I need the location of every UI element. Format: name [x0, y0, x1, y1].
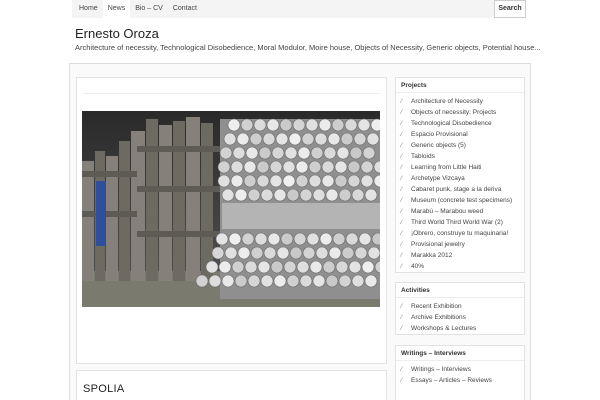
- photo-image: [82, 111, 380, 307]
- slash-icon: ⁄: [401, 175, 403, 182]
- widget-projects-title: Projects: [396, 78, 524, 93]
- post-title-spolia[interactable]: SPOLIA: [83, 383, 125, 395]
- list-item[interactable]: ⁄ ¡Obrero, construye tu maquinaria!: [401, 228, 524, 239]
- list-item-label: Cabaret punk, stage a la deriva: [411, 186, 502, 193]
- list-item-label: Marabú – Marabou weed: [411, 208, 484, 215]
- list-item-label: Architecture of Necessity: [411, 98, 483, 105]
- list-item-label: 40%: [411, 263, 425, 270]
- list-item[interactable]: ⁄ Provisional jewelry: [401, 239, 524, 250]
- slash-icon: ⁄: [401, 197, 403, 204]
- slash-icon: ⁄: [401, 219, 403, 226]
- slash-icon: ⁄: [401, 303, 403, 310]
- widget-projects: Projects ⁄ Architecture of Necessity ⁄ Obj…: [395, 77, 525, 273]
- list-item-label: Museum (concrete test specimens): [411, 197, 513, 204]
- list-item-label: Technological Disobedience: [411, 120, 492, 127]
- widget-writings-title: Writings – Interviews: [396, 346, 524, 361]
- main-menu: Home News Bio – CV Contact: [72, 0, 202, 18]
- slash-icon: ⁄: [401, 120, 403, 127]
- list-item[interactable]: ⁄ Workshops & Lectures: [401, 323, 524, 334]
- list-item-label: Objects of necessity: Projects: [411, 109, 497, 116]
- list-item[interactable]: ⁄ Writings – Interviews: [401, 364, 524, 375]
- slash-icon: ⁄: [401, 153, 403, 160]
- slash-icon: ⁄: [401, 208, 403, 215]
- slash-icon: ⁄: [401, 230, 403, 237]
- post-photo-concrete-wall[interactable]: [82, 111, 380, 307]
- widget-writings-interviews: Writings – Interviews ⁄ Writings – Interv…: [395, 345, 525, 400]
- slash-icon: ⁄: [401, 325, 403, 332]
- slash-icon: ⁄: [401, 252, 403, 259]
- widget-activities: Activities ⁄ Recent Exhibition ⁄ Archive E…: [395, 282, 525, 335]
- list-item-label: Provisional jewelry: [411, 241, 465, 248]
- list-item[interactable]: ⁄ Generic objects (5): [401, 140, 524, 151]
- search-button[interactable]: Search: [494, 0, 526, 18]
- slash-icon: ⁄: [401, 186, 403, 193]
- list-item-label: ¡Obrero, construye tu maquinaria!: [411, 230, 509, 237]
- top-navigation-bar: Home News Bio – CV Contact Search: [72, 0, 526, 18]
- list-item[interactable]: ⁄ Recent Exhibition: [401, 301, 524, 312]
- list-item-label: Archive Exhibitions: [411, 314, 466, 321]
- list-item[interactable]: ⁄ Objects of necessity: Projects: [401, 107, 524, 118]
- activities-list: ⁄ Recent Exhibition ⁄ Archive Exhibitions …: [396, 298, 524, 336]
- site-title[interactable]: Ernesto Oroza: [75, 26, 159, 41]
- slash-icon: ⁄: [401, 241, 403, 248]
- list-item-label: Tabloids: [411, 153, 435, 160]
- list-item[interactable]: ⁄ Third World Third World War (2): [401, 217, 524, 228]
- nav-contact-link[interactable]: Contact: [168, 0, 202, 18]
- slash-icon: ⁄: [401, 109, 403, 116]
- nav-bio-cv-link[interactable]: Bio – CV: [130, 0, 168, 18]
- post-card-spolia: SPOLIA: [76, 370, 387, 400]
- slash-icon: ⁄: [401, 98, 403, 105]
- list-item-label: Third World Third World War (2): [411, 219, 503, 226]
- post-divider: [83, 93, 380, 94]
- list-item-label: Archetype Vizcaya: [411, 175, 465, 182]
- writings-list: ⁄ Writings – Interviews ⁄ Essays – Article…: [396, 361, 524, 388]
- nav-news-link[interactable]: News: [102, 0, 131, 18]
- projects-list: ⁄ Architecture of Necessity ⁄ Objects of n…: [396, 93, 524, 274]
- list-item-label: Espacio Provisional: [411, 131, 468, 138]
- list-item[interactable]: ⁄ Tabloids: [401, 151, 524, 162]
- widget-activities-title: Activities: [396, 283, 524, 298]
- list-item-label: Learning from Little Haiti: [411, 164, 482, 171]
- site-description: Architecture of necessity, Technological…: [75, 43, 541, 52]
- list-item-label: Generic objects (5): [411, 142, 466, 149]
- slash-icon: ⁄: [401, 164, 403, 171]
- list-item[interactable]: ⁄ Archive Exhibitions: [401, 312, 524, 323]
- list-item-label: Marakka 2012: [411, 252, 453, 259]
- list-item[interactable]: ⁄ Museum (concrete test specimens): [401, 195, 524, 206]
- list-item-label: Recent Exhibition: [411, 303, 462, 310]
- list-item[interactable]: ⁄ Espacio Provisional: [401, 129, 524, 140]
- nav-home-link[interactable]: Home: [72, 0, 103, 18]
- slash-icon: ⁄: [401, 263, 403, 270]
- list-item-label: Writings – Interviews: [411, 366, 471, 373]
- list-item[interactable]: ⁄ Technological Disobedience: [401, 118, 524, 129]
- slash-icon: ⁄: [401, 142, 403, 149]
- slash-icon: ⁄: [401, 377, 403, 384]
- list-item[interactable]: ⁄ Marakka 2012: [401, 250, 524, 261]
- list-item[interactable]: ⁄ Archetype Vizcaya: [401, 173, 524, 184]
- list-item-label: Workshops & Lectures: [411, 325, 477, 332]
- list-item[interactable]: ⁄ Learning from Little Haiti: [401, 162, 524, 173]
- list-item[interactable]: ⁄ 40%: [401, 261, 524, 272]
- list-item[interactable]: ⁄ Essays – Articles – Reviews: [401, 375, 524, 386]
- slash-icon: ⁄: [401, 131, 403, 138]
- list-item-label: Essays – Articles – Reviews: [411, 377, 492, 384]
- list-item[interactable]: ⁄ Marabú – Marabou weed: [401, 206, 524, 217]
- list-item[interactable]: ⁄ Cabaret punk, stage a la deriva: [401, 184, 524, 195]
- list-item[interactable]: ⁄ Architecture of Necessity: [401, 96, 524, 107]
- slash-icon: ⁄: [401, 314, 403, 321]
- slash-icon: ⁄: [401, 366, 403, 373]
